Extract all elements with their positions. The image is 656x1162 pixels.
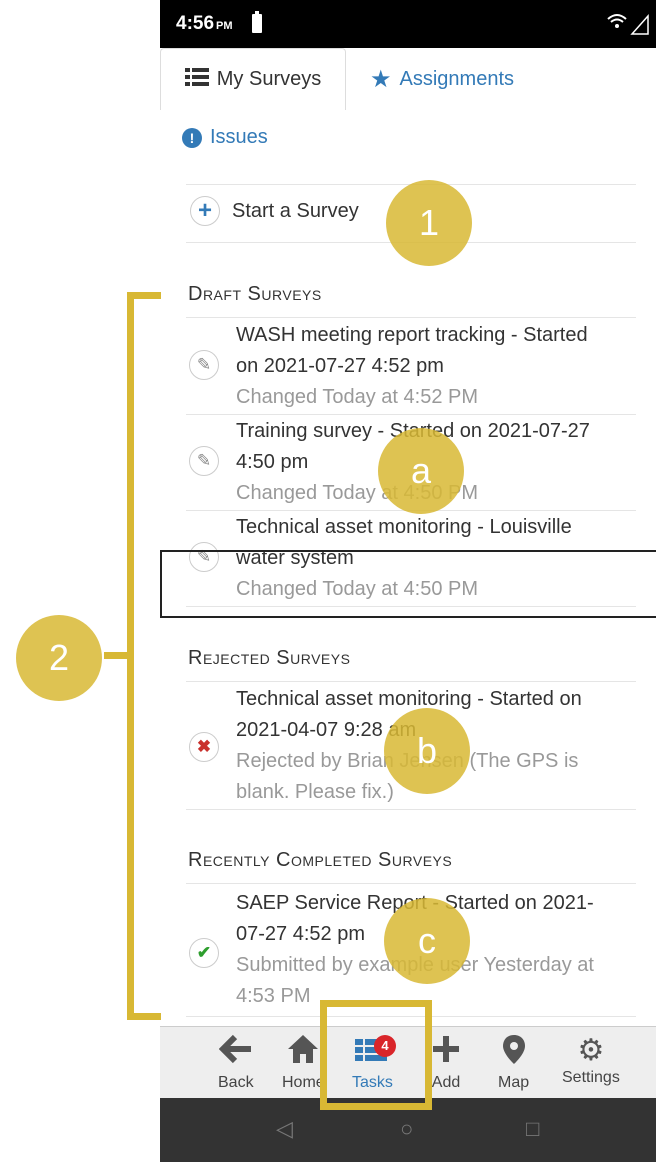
start-survey-label: Start a Survey bbox=[232, 199, 359, 222]
signal-icon bbox=[606, 10, 650, 41]
alert-icon: ! bbox=[182, 127, 202, 148]
system-recents-icon[interactable]: □ bbox=[526, 1116, 539, 1142]
nav-label: Home bbox=[282, 1074, 325, 1091]
plus-icon bbox=[430, 1033, 462, 1074]
item-title: WASH meeting report tracking - Started bbox=[236, 324, 588, 346]
nav-home[interactable]: Home bbox=[282, 1033, 325, 1092]
divider bbox=[186, 681, 636, 682]
rejected-section-title: Rejected Surveys bbox=[188, 647, 351, 669]
checkmark-icon: ✔ bbox=[189, 938, 219, 968]
nav-add[interactable]: Add bbox=[430, 1033, 462, 1092]
nav-back[interactable]: Back bbox=[218, 1033, 254, 1092]
start-survey-button[interactable]: + Start a Survey bbox=[190, 196, 359, 226]
tab-assignments-label: Assignments bbox=[399, 67, 515, 90]
draft-item[interactable]: ✎ WASH meeting report tracking - Started… bbox=[186, 320, 636, 413]
nav-label: Add bbox=[431, 1074, 461, 1091]
item-status: Changed Today at 4:52 PM bbox=[236, 386, 479, 408]
survey-tabs: My Surveys ★ Assignments bbox=[160, 48, 656, 110]
divider bbox=[186, 414, 636, 415]
divider bbox=[186, 317, 636, 318]
arrow-left-icon bbox=[218, 1033, 254, 1074]
item-title: Technical asset monitoring - Louisville bbox=[236, 516, 572, 538]
item-title-cont: on 2021-07-27 4:52 pm bbox=[236, 355, 444, 377]
annotation-marker-1: 1 bbox=[386, 180, 472, 266]
nav-map[interactable]: Map bbox=[498, 1033, 529, 1092]
system-home-icon[interactable]: ○ bbox=[400, 1116, 413, 1142]
nav-label: Settings bbox=[562, 1069, 620, 1086]
gear-icon: ⚙ bbox=[577, 1034, 605, 1067]
tab-my-surveys[interactable]: My Surveys bbox=[160, 48, 346, 110]
map-pin-icon bbox=[498, 1033, 529, 1074]
completed-section-title: Recently Completed Surveys bbox=[188, 849, 453, 871]
status-bar: 4:56 PM bbox=[160, 0, 656, 48]
item-status-cont: 4:53 PM bbox=[236, 985, 311, 1007]
x-icon: ✖ bbox=[189, 732, 219, 762]
issues-label: Issues bbox=[210, 126, 268, 148]
status-time: 4:56 PM bbox=[176, 13, 233, 34]
issues-link[interactable]: ! Issues bbox=[182, 126, 268, 149]
divider bbox=[186, 809, 636, 810]
battery-icon bbox=[252, 11, 262, 33]
nav-settings[interactable]: ⚙ Settings bbox=[562, 1033, 620, 1087]
annotation-marker-b: b bbox=[384, 708, 470, 794]
nav-label: Map bbox=[498, 1074, 530, 1091]
annotation-bracket-tip bbox=[104, 652, 132, 659]
annotation-marker-2: 2 bbox=[16, 615, 102, 701]
nav-label: Back bbox=[218, 1074, 254, 1091]
list-icon bbox=[184, 67, 209, 93]
pencil-icon: ✎ bbox=[189, 446, 219, 476]
plus-circle-icon: + bbox=[190, 196, 220, 226]
star-icon: ★ bbox=[370, 65, 392, 93]
draft-section-title: Draft Surveys bbox=[188, 283, 322, 305]
home-icon bbox=[282, 1033, 325, 1074]
annotation-marker-a: a bbox=[378, 428, 464, 514]
tasks-highlight-box bbox=[320, 1000, 432, 1110]
highlight-box bbox=[160, 550, 656, 618]
system-back-icon[interactable]: ◁ bbox=[276, 1116, 293, 1142]
annotation-marker-c: c bbox=[384, 898, 470, 984]
tab-my-surveys-label: My Surveys bbox=[216, 68, 322, 90]
tab-assignments[interactable]: ★ Assignments bbox=[370, 48, 514, 110]
pencil-icon: ✎ bbox=[189, 350, 219, 380]
annotation-bracket bbox=[127, 292, 161, 1020]
divider bbox=[186, 883, 636, 884]
